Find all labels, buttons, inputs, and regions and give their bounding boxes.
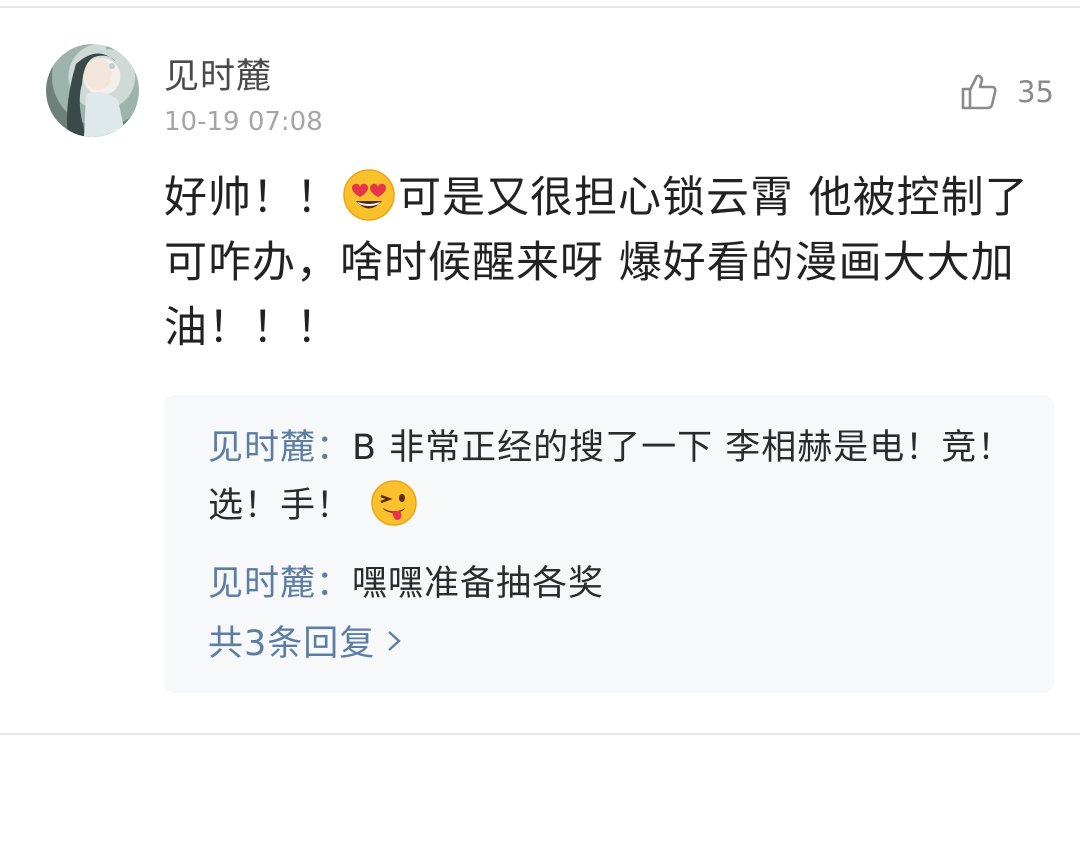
comment-text-part1: 好帅！！ [164,173,340,223]
comment-card: 见时麓 10-19 07:08 35 好帅！！ 可是又很担心锁云霄 他被控制了可… [0,8,1080,732]
replies-panel: 见时麓：B 非常正经的搜了一下 李相赫是电！竞！选！手！ 见时麓：嘿嘿准备抽各奖… [164,395,1054,693]
like-count: 35 [1017,75,1054,109]
comment-text: 好帅！！ 可是又很担心锁云霄 他被控制了可咋办，啥时候醒来呀 爆好看的漫画大大加… [164,166,1059,361]
chevron-right-icon [388,630,402,651]
reply-item[interactable]: 见时麓：嘿嘿准备抽各奖 [208,555,1028,613]
reply-author[interactable]: 见时麓： [208,428,352,468]
avatar[interactable] [46,44,139,137]
reply-author[interactable]: 见时麓： [208,564,352,604]
bottom-divider [0,733,1080,735]
like-button[interactable]: 35 [959,72,1054,112]
thumbs-up-icon [961,74,997,110]
timestamp: 10-19 07:08 [164,107,323,137]
view-all-replies-link[interactable]: 共3条回复 [208,615,405,666]
reply-item[interactable]: 见时麓：B 非常正经的搜了一下 李相赫是电！竞！选！手！ [208,419,1028,535]
winking-tongue-emoji-icon [371,480,417,526]
username[interactable]: 见时麓 [164,48,272,99]
reply-text: 嘿嘿准备抽各奖 [352,564,605,604]
heart-eyes-emoji-icon [343,169,395,221]
view-all-replies-label: 共3条回复 [208,624,376,664]
